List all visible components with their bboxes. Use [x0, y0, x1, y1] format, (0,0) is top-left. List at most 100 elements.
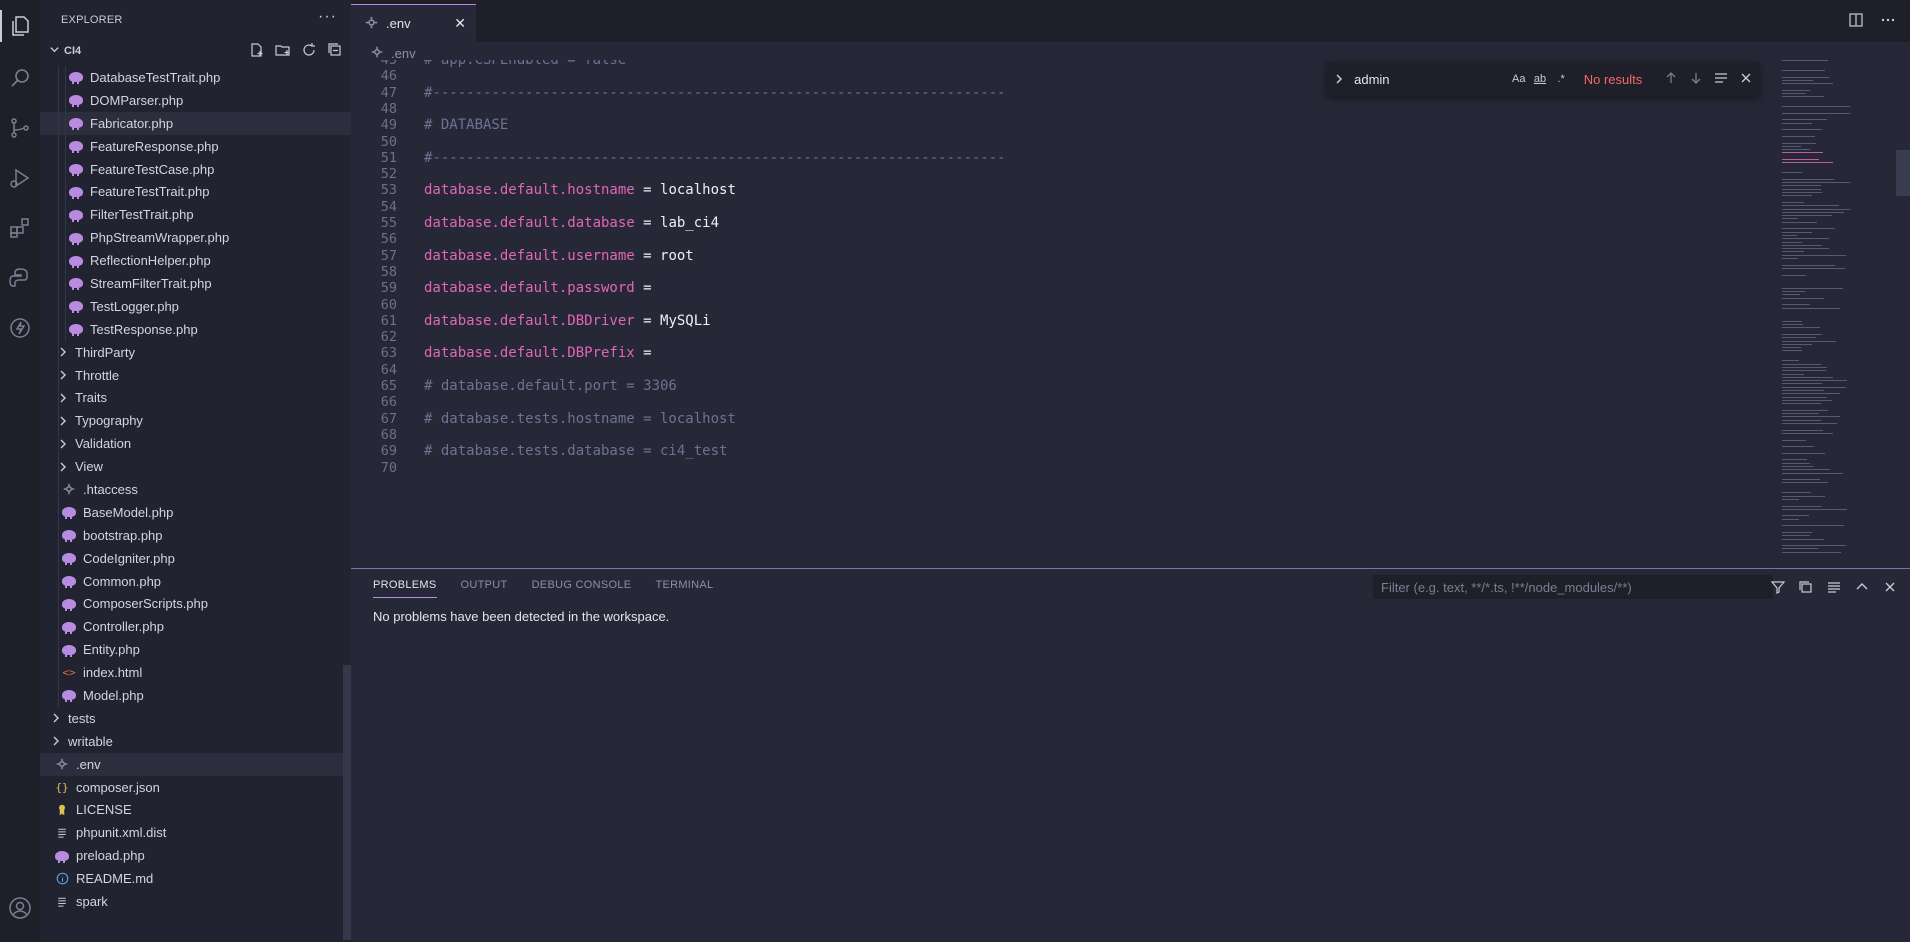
tree-item-label: StreamFilterTrait.php — [90, 275, 212, 291]
collapse-all-icon[interactable] — [1798, 579, 1814, 598]
minimap-line — [1782, 393, 1841, 395]
minimap-line — [1782, 551, 1842, 553]
more-actions-icon[interactable] — [1880, 12, 1896, 31]
new-file-icon[interactable] — [247, 40, 267, 60]
problems-filter-input[interactable]: Filter (e.g. text, **/*.ts, !**/node_mod… — [1373, 575, 1773, 599]
code-editor[interactable]: 45 # app.CSPEnabled = false 46 47 #---------… — [351, 60, 1771, 568]
tree-file[interactable]: ReflectionHelper.php — [40, 249, 351, 273]
minimap-line — [1782, 479, 1820, 481]
tree-item-label: tests — [68, 710, 96, 726]
tree-file[interactable]: FeatureResponse.php — [40, 134, 351, 158]
minimap[interactable] — [1780, 60, 1890, 565]
find-in-selection-icon[interactable] — [1709, 71, 1734, 88]
next-match-icon[interactable] — [1684, 71, 1709, 88]
view-as-list-icon[interactable] — [1826, 579, 1842, 598]
tree-file[interactable]: DatabaseTestTrait.php — [40, 66, 351, 89]
split-editor-icon[interactable] — [1848, 12, 1864, 31]
tree-file[interactable]: .htaccess — [40, 478, 351, 501]
tree-file[interactable]: TestLogger.php — [40, 294, 351, 318]
indent-guide — [58, 455, 59, 479]
tree-folder[interactable]: Traits — [40, 386, 351, 410]
editor-tab-bar: .env ✕ — [351, 0, 1910, 42]
tree-file[interactable]: preload.php — [40, 844, 351, 867]
tree-file[interactable]: .env — [40, 752, 351, 776]
refresh-icon[interactable] — [299, 40, 319, 60]
whole-word-toggle[interactable]: ab — [1529, 73, 1550, 85]
toggle-replace-icon[interactable] — [1327, 72, 1350, 87]
tree-file[interactable]: BaseModel.php — [40, 500, 351, 524]
collapse-all-icon[interactable] — [325, 40, 345, 60]
tree-file[interactable]: FeatureTestCase.php — [40, 157, 351, 181]
regex-toggle[interactable]: .* — [1551, 73, 1572, 85]
tree-file[interactable]: Controller.php — [40, 615, 351, 639]
php-file-icon — [61, 573, 77, 589]
maximize-panel-icon[interactable] — [1854, 579, 1870, 598]
tree-folder[interactable]: ThirdParty — [40, 340, 351, 364]
python-icon[interactable] — [0, 258, 40, 298]
tree-file[interactable]: Fabricator.php — [40, 111, 351, 135]
tree-file[interactable]: TestResponse.php — [40, 317, 351, 341]
previous-match-icon[interactable] — [1659, 71, 1684, 88]
code-line: 70 — [351, 458, 1751, 478]
panel-tab-output[interactable]: OUTPUT — [461, 579, 508, 598]
tree-folder[interactable]: writable — [40, 730, 351, 753]
close-icon[interactable]: ✕ — [454, 15, 466, 32]
tree-file[interactable]: FilterTestTrait.php — [40, 203, 351, 227]
tree-file[interactable]: Entity.php — [40, 638, 351, 662]
source-control-icon[interactable] — [0, 108, 40, 148]
panel-tab-debug-console[interactable]: DEBUG CONSOLE — [532, 579, 632, 598]
line-number: 70 — [380, 459, 397, 476]
indent-guide — [58, 615, 59, 639]
panel-tab-problems[interactable]: PROBLEMS — [373, 579, 437, 598]
tree-file[interactable]: phpunit.xml.dist — [40, 821, 351, 844]
tree-folder[interactable]: Throttle — [40, 363, 351, 387]
account-icon[interactable] — [0, 888, 40, 928]
tree-file[interactable]: CodeIgniter.php — [40, 546, 351, 570]
close-icon[interactable] — [1882, 579, 1898, 598]
tree-item-label: ReflectionHelper.php — [90, 253, 211, 269]
tree-file[interactable]: <> index.html — [40, 661, 351, 685]
php-file-icon — [68, 92, 84, 108]
lightning-icon[interactable] — [0, 308, 40, 348]
breadcrumb-file[interactable]: .env — [391, 46, 416, 61]
tree-folder[interactable]: Validation — [40, 432, 351, 456]
tree-file[interactable]: PhpStreamWrapper.php — [40, 226, 351, 250]
tree-file[interactable]: Common.php — [40, 569, 351, 593]
editor-scrollbar[interactable] — [1896, 150, 1910, 196]
panel-tab-terminal[interactable]: TERMINAL — [655, 579, 713, 598]
search-icon[interactable] — [0, 58, 40, 98]
minimap-line — [1782, 69, 1825, 71]
close-icon[interactable] — [1734, 71, 1759, 88]
tree-file[interactable]: Model.php — [40, 684, 351, 707]
minimap-line — [1782, 287, 1843, 289]
tree-file[interactable]: StreamFilterTrait.php — [40, 272, 351, 295]
tree-folder[interactable]: Typography — [40, 409, 351, 433]
minimap-line — [1782, 83, 1834, 85]
tree-file[interactable]: LICENSE — [40, 799, 351, 822]
more-actions-icon[interactable]: ··· — [318, 8, 337, 26]
tab-env[interactable]: .env ✕ — [351, 4, 476, 42]
tree-file[interactable]: spark — [40, 890, 351, 913]
tree-file[interactable]: {} composer.json — [40, 776, 351, 799]
minimap-line — [1782, 297, 1824, 299]
filter-icon[interactable] — [1770, 579, 1786, 598]
extensions-icon[interactable] — [0, 208, 40, 248]
minimap-line — [1782, 208, 1851, 210]
tree-file[interactable]: ComposerScripts.php — [40, 592, 351, 616]
new-folder-icon[interactable] — [273, 40, 293, 60]
minimap-line — [1782, 152, 1823, 154]
minimap-line — [1782, 538, 1825, 540]
find-input[interactable]: admin — [1350, 72, 1508, 87]
tree-file[interactable]: bootstrap.php — [40, 523, 351, 547]
match-case-toggle[interactable]: Aa — [1508, 73, 1529, 85]
indent-guide — [58, 684, 59, 707]
run-debug-icon[interactable] — [0, 158, 40, 198]
tree-folder[interactable]: View — [40, 455, 351, 479]
sidebar-scrollbar[interactable] — [343, 665, 351, 940]
explorer-icon[interactable] — [0, 6, 40, 46]
tree-file[interactable]: README.md — [40, 867, 351, 890]
tree-folder[interactable]: tests — [40, 707, 351, 730]
tree-file[interactable]: FeatureTestTrait.php — [40, 180, 351, 204]
minimap-line — [1782, 201, 1805, 203]
tree-file[interactable]: DOMParser.php — [40, 88, 351, 112]
